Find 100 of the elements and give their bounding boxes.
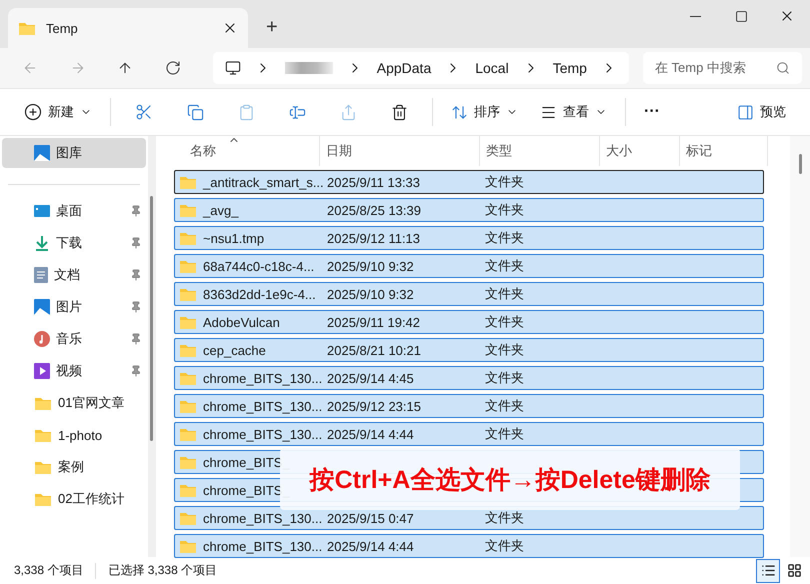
type-cell-text: 文件夹 <box>485 313 525 331</box>
sidebar-item[interactable]: 桌面 <box>0 195 148 227</box>
sort-button[interactable]: 排序 <box>441 96 528 128</box>
tab-title: Temp <box>46 20 79 36</box>
date-cell-text: 2025/9/15 0:47 <box>326 510 415 526</box>
column-header[interactable]: 大小 <box>600 136 680 166</box>
sidebar-item[interactable]: 图片 <box>0 291 148 323</box>
folder-icon <box>34 428 52 442</box>
file-row[interactable]: cep_cache 2025/8/21 10:21 文件夹 <box>174 338 764 362</box>
folder-icon <box>179 314 197 330</box>
date-cell-text: 2025/9/12 23:15 <box>326 398 422 414</box>
plus-circle-icon <box>24 103 42 121</box>
column-header[interactable]: 类型 <box>480 136 600 166</box>
folder-icon <box>179 286 197 302</box>
type-cell-text: 文件夹 <box>485 537 525 555</box>
sidebar-item[interactable]: 1-photo <box>0 419 148 451</box>
type-cell-text: 文件夹 <box>485 369 525 387</box>
date-cell-text: 2025/8/21 10:21 <box>326 342 422 358</box>
monitor-icon <box>224 60 241 76</box>
folder-icon <box>179 398 197 414</box>
file-name: ~nsu1.tmp <box>203 230 264 246</box>
more-button[interactable]: ··· <box>634 96 670 128</box>
folder-icon <box>179 370 197 386</box>
new-tab-button[interactable]: + <box>260 15 284 40</box>
date-cell-text: 2025/9/10 9:32 <box>326 286 415 302</box>
file-row[interactable]: ~nsu1.tmp 2025/9/12 11:13 文件夹 <box>174 226 764 250</box>
video-icon <box>34 363 50 379</box>
file-row[interactable]: _avg_ 2025/8/25 13:39 文件夹 <box>174 198 764 222</box>
file-name: chrome_BITS_130... <box>203 426 322 442</box>
details-view-button[interactable] <box>756 558 780 582</box>
scrollbar-thumb[interactable] <box>150 196 153 441</box>
clipboard-icon <box>238 104 255 120</box>
window-tab[interactable]: Temp <box>8 8 248 48</box>
sidebar-item[interactable]: 视频 <box>0 355 148 387</box>
list-icon <box>760 563 776 578</box>
download-icon <box>34 235 50 251</box>
date-cell-text: 2025/8/25 13:39 <box>326 202 422 218</box>
rename-icon <box>289 104 306 120</box>
new-button[interactable]: 新建 <box>14 96 102 128</box>
file-row[interactable]: AdobeVulcan 2025/9/11 19:42 文件夹 <box>174 310 764 334</box>
sidebar-item[interactable]: 01官网文章 <box>0 387 148 419</box>
type-cell-text: 文件夹 <box>485 341 525 359</box>
file-row[interactable]: chrome_BITS_130... 2025/9/14 4:45 文件夹 <box>174 366 764 390</box>
date-cell-text: 2025/9/10 9:32 <box>326 258 415 274</box>
breadcrumb-segment[interactable]: Local <box>475 60 509 76</box>
sidebar-item[interactable]: 文档 <box>0 259 148 291</box>
sidebar-item[interactable]: 下载 <box>0 227 148 259</box>
file-row[interactable]: _antitrack_smart_s... 2025/9/11 13:33 文件夹 <box>174 170 764 194</box>
sidebar-item[interactable]: 图库 <box>2 138 146 168</box>
date-cell-text: 2025/9/14 4:44 <box>326 538 415 554</box>
grid-icon <box>786 563 802 578</box>
item-count: 3,338 个项目 <box>14 562 84 579</box>
folder-icon <box>18 20 36 36</box>
file-row[interactable]: 68a744c0-c18c-4... 2025/9/10 9:32 文件夹 <box>174 254 764 278</box>
column-header[interactable]: 标记 <box>680 136 768 166</box>
file-name: 8363d2dd-1e9c-4... <box>203 286 316 302</box>
music-icon <box>34 331 50 347</box>
desktop-icon <box>34 204 50 218</box>
folder-icon <box>179 202 197 218</box>
folder-icon <box>179 174 197 190</box>
scrollbar-thumb[interactable] <box>798 154 802 174</box>
column-header[interactable]: 名称 <box>170 136 320 166</box>
folder-icon <box>34 396 52 410</box>
preview-button[interactable]: 预览 <box>727 96 796 128</box>
file-row[interactable]: chrome_BITS_130... 2025/9/14 4:44 文件夹 <box>174 534 764 558</box>
copy-icon <box>187 104 204 120</box>
breadcrumb-segment[interactable]: AppData <box>376 60 432 76</box>
file-name: chrome_BITS_130... <box>203 370 322 386</box>
panel-icon <box>737 104 754 120</box>
maximize-icon <box>734 10 748 22</box>
image-icon <box>34 299 50 315</box>
file-row[interactable]: chrome_BITS_130... 2025/9/14 4:44 文件夹 <box>174 422 764 446</box>
sidebar-item[interactable]: 02工作统计 <box>0 483 148 515</box>
folder-icon <box>179 258 197 274</box>
sidebar-item[interactable]: 案例 <box>0 451 148 483</box>
type-cell-text: 文件夹 <box>485 285 525 303</box>
type-cell-text: 文件夹 <box>485 425 525 443</box>
file-row[interactable]: chrome_BITS_130... 2025/9/12 23:15 文件夹 <box>174 394 764 418</box>
breadcrumb-segment[interactable]: Temp <box>552 60 587 76</box>
file-row[interactable]: 8363d2dd-1e9c-4... 2025/9/10 9:32 文件夹 <box>174 282 764 306</box>
address-bar[interactable]: AppData Local Temp <box>212 52 629 84</box>
date-cell-text: 2025/9/12 11:13 <box>326 230 422 246</box>
folder-icon <box>179 426 197 442</box>
column-header[interactable]: 日期 <box>320 136 480 166</box>
type-cell-text: 文件夹 <box>485 397 525 415</box>
file-name: chrome_BITS_ <box>203 482 290 498</box>
file-name: cep_cache <box>203 342 266 358</box>
search-field[interactable]: 在 Temp 中搜索 <box>642 52 802 84</box>
sidebar-item[interactable]: 音乐 <box>0 323 148 355</box>
document-icon <box>34 267 48 283</box>
date-cell-text: 2025/9/11 19:42 <box>326 314 422 330</box>
folder-icon <box>179 454 197 470</box>
folder-icon <box>179 342 197 358</box>
file-name: 68a744c0-c18c-4... <box>203 258 314 274</box>
view-button[interactable]: 查看 <box>530 96 617 128</box>
file-name: chrome_BITS_ <box>203 454 290 470</box>
type-cell-text: 文件夹 <box>485 201 525 219</box>
type-cell-text: 文件夹 <box>485 229 525 247</box>
file-name: chrome_BITS_130... <box>203 510 322 526</box>
date-cell-text: 2025/9/14 4:45 <box>326 370 415 386</box>
